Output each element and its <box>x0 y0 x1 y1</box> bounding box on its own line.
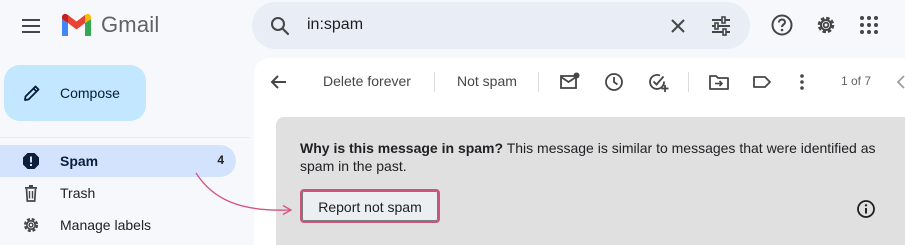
settings-icon[interactable] <box>813 12 839 38</box>
compose-label: Compose <box>60 85 120 101</box>
search-options-icon[interactable] <box>709 14 733 38</box>
menu-icon[interactable] <box>18 12 46 40</box>
chevron-left-icon[interactable] <box>892 71 905 93</box>
report-not-spam-label: Report not spam <box>318 199 422 215</box>
label-icon[interactable] <box>751 71 773 93</box>
pencil-icon <box>22 83 42 103</box>
sidebar-item-label: Manage labels <box>60 217 152 233</box>
snooze-icon[interactable] <box>603 71 625 93</box>
add-task-icon[interactable] <box>647 71 669 93</box>
toolbar-divider <box>434 72 435 92</box>
toolbar-divider <box>688 72 689 92</box>
spam-explanation-text: Why is this message in spam? This messag… <box>300 139 880 175</box>
sidebar-item-label: Trash <box>60 185 96 201</box>
mark-unread-icon[interactable] <box>559 71 581 93</box>
search-input[interactable]: in:spam <box>307 16 363 34</box>
unread-count: 4 <box>217 153 224 167</box>
gear-icon <box>22 216 40 234</box>
trash-icon <box>22 184 40 202</box>
spam-question: Why is this message in spam? <box>300 140 504 156</box>
info-icon[interactable] <box>856 199 876 219</box>
help-icon[interactable] <box>769 12 795 38</box>
sidebar-item-label: Spam <box>60 153 99 169</box>
back-icon[interactable] <box>268 71 290 93</box>
compose-button[interactable]: Compose <box>4 65 146 121</box>
gmail-logo-icon <box>62 13 91 36</box>
report-not-spam-button[interactable]: Report not spam <box>300 189 440 223</box>
search-bar[interactable]: in:spam <box>252 2 750 49</box>
more-icon[interactable] <box>791 71 813 93</box>
sidebar-divider <box>0 137 250 138</box>
spam-explanation-banner: Why is this message in spam? This messag… <box>276 117 905 245</box>
clear-icon[interactable] <box>666 14 690 38</box>
annotation-arrow <box>190 168 302 223</box>
gmail-logo[interactable]: Gmail <box>60 12 159 38</box>
apps-icon[interactable] <box>857 13 881 37</box>
delete-forever-button[interactable]: Delete forever <box>323 73 411 89</box>
move-to-icon[interactable] <box>708 71 730 93</box>
search-icon[interactable] <box>268 14 292 38</box>
spam-icon <box>22 152 40 170</box>
app-name: Gmail <box>101 12 160 37</box>
pagination-text: 1 of 7 <box>841 74 872 88</box>
not-spam-button[interactable]: Not spam <box>457 73 517 89</box>
toolbar-divider <box>538 72 539 92</box>
